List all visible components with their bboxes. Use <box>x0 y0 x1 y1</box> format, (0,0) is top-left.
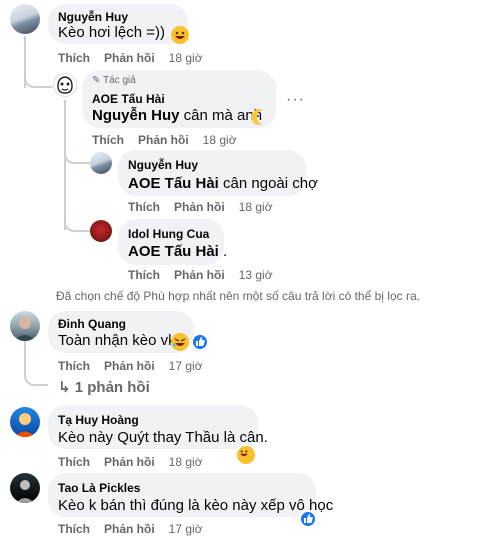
comment-text: Kèo k bán thì đúng là kèo này xếp vô học <box>58 497 334 514</box>
reply-button[interactable]: Phản hồi <box>104 455 155 469</box>
timestamp[interactable]: 17 giờ <box>169 522 203 536</box>
like-button[interactable]: Thích <box>92 133 124 147</box>
more-options-icon[interactable]: ··· <box>286 91 305 109</box>
timestamp[interactable]: 13 giờ <box>239 268 273 282</box>
like-reaction-icon[interactable] <box>299 510 317 528</box>
thread-branch <box>24 60 52 88</box>
comment-author[interactable]: Nguyễn Huy <box>58 10 128 24</box>
comment-author[interactable]: Tao Là Pickles <box>58 481 140 495</box>
avatar[interactable] <box>53 73 77 97</box>
thread-branch <box>64 208 90 232</box>
avatar[interactable] <box>90 220 112 242</box>
comment-text: Toàn nhận kèo vkl <box>58 332 179 349</box>
timestamp[interactable]: 18 giờ <box>169 51 203 65</box>
reply-button[interactable]: Phản hồi <box>174 268 225 282</box>
comment-actions: Thích Phản hồi 17 giờ <box>58 359 217 373</box>
reply-actions: Thích Phản hồi 18 giờ <box>128 200 287 214</box>
avatar[interactable] <box>10 4 40 34</box>
avatar[interactable] <box>10 473 40 503</box>
comment-text: Kèo hơi lệch =)) <box>58 24 165 41</box>
reply-text: AOE Tấu Hài cân ngoài chợ <box>128 175 318 192</box>
like-button[interactable]: Thích <box>58 455 90 469</box>
avatar[interactable] <box>10 407 40 437</box>
timestamp[interactable]: 18 giờ <box>239 200 273 214</box>
avatar[interactable] <box>10 311 40 341</box>
reply-author[interactable]: AOE Tấu Hài <box>92 92 165 106</box>
mention-tag[interactable]: Nguyễn Huy <box>92 107 180 124</box>
reply-text-body: cân ngoài chợ <box>218 175 318 192</box>
reply-text-body: cân mà anh <box>179 107 263 124</box>
like-button[interactable]: Thích <box>58 522 90 536</box>
like-reaction-icon[interactable] <box>191 333 209 351</box>
moon-face-icon <box>251 108 269 126</box>
comment-text: Kèo này Quýt thay Thầu là cân. <box>58 429 268 446</box>
thread-branch <box>64 140 90 164</box>
timestamp[interactable]: 18 giờ <box>169 455 203 469</box>
reply-actions: Thích Phản hồi 18 giờ <box>92 133 251 147</box>
reply-author[interactable]: Idol Hung Cua <box>128 227 209 241</box>
reply-count: 1 phản hồi <box>74 379 150 396</box>
reply-text: Nguyễn Huy cân mà anh <box>92 107 262 124</box>
thread-branch <box>24 362 48 386</box>
reply-text-body: . <box>218 243 228 260</box>
like-button[interactable]: Thích <box>128 200 160 214</box>
like-button[interactable]: Thích <box>58 51 90 65</box>
comment-author[interactable]: Tạ Huy Hoàng <box>58 413 139 427</box>
grinning-face-reaction-icon[interactable] <box>235 444 257 466</box>
avatar[interactable] <box>90 152 112 174</box>
reply-actions: Thích Phản hồi 13 giờ <box>128 268 287 282</box>
reply-text: AOE Tấu Hài . <box>128 243 227 260</box>
mention-tag[interactable]: AOE Tấu Hài <box>128 175 219 192</box>
reply-button[interactable]: Phản hồi <box>104 522 155 536</box>
comment-author[interactable]: Đinh Quang <box>58 317 126 331</box>
filter-note: Đã chọn chế độ Phù hợp nhất nên một số c… <box>56 289 420 303</box>
mention-tag[interactable]: AOE Tấu Hài <box>128 243 219 260</box>
pencil-icon: ✎ <box>92 75 101 86</box>
reply-author[interactable]: Nguyễn Huy <box>128 158 198 172</box>
like-button[interactable]: Thích <box>128 268 160 282</box>
reply-button[interactable]: Phản hồi <box>174 200 225 214</box>
view-replies-button[interactable]: ↳ 1 phản hồi <box>58 378 150 396</box>
reply-button[interactable]: Phản hồi <box>104 51 155 65</box>
comment-actions: Thích Phản hồi 18 giờ <box>58 51 217 65</box>
grinning-face-icon <box>171 26 189 44</box>
rofl-face-icon <box>171 333 189 351</box>
reply-arrow-icon: ↳ <box>58 379 71 396</box>
comment-actions: Thích Phản hồi 17 giờ <box>58 522 217 536</box>
author-badge: ✎ Tác giả <box>92 75 136 86</box>
reply-button[interactable]: Phản hồi <box>104 359 155 373</box>
author-badge-label: Tác giả <box>103 75 136 86</box>
timestamp[interactable]: 18 giờ <box>203 133 237 147</box>
reply-button[interactable]: Phản hồi <box>138 133 189 147</box>
comment-actions: Thích Phản hồi 18 giờ <box>58 455 217 469</box>
like-button[interactable]: Thích <box>58 359 90 373</box>
timestamp[interactable]: 17 giờ <box>169 359 203 373</box>
